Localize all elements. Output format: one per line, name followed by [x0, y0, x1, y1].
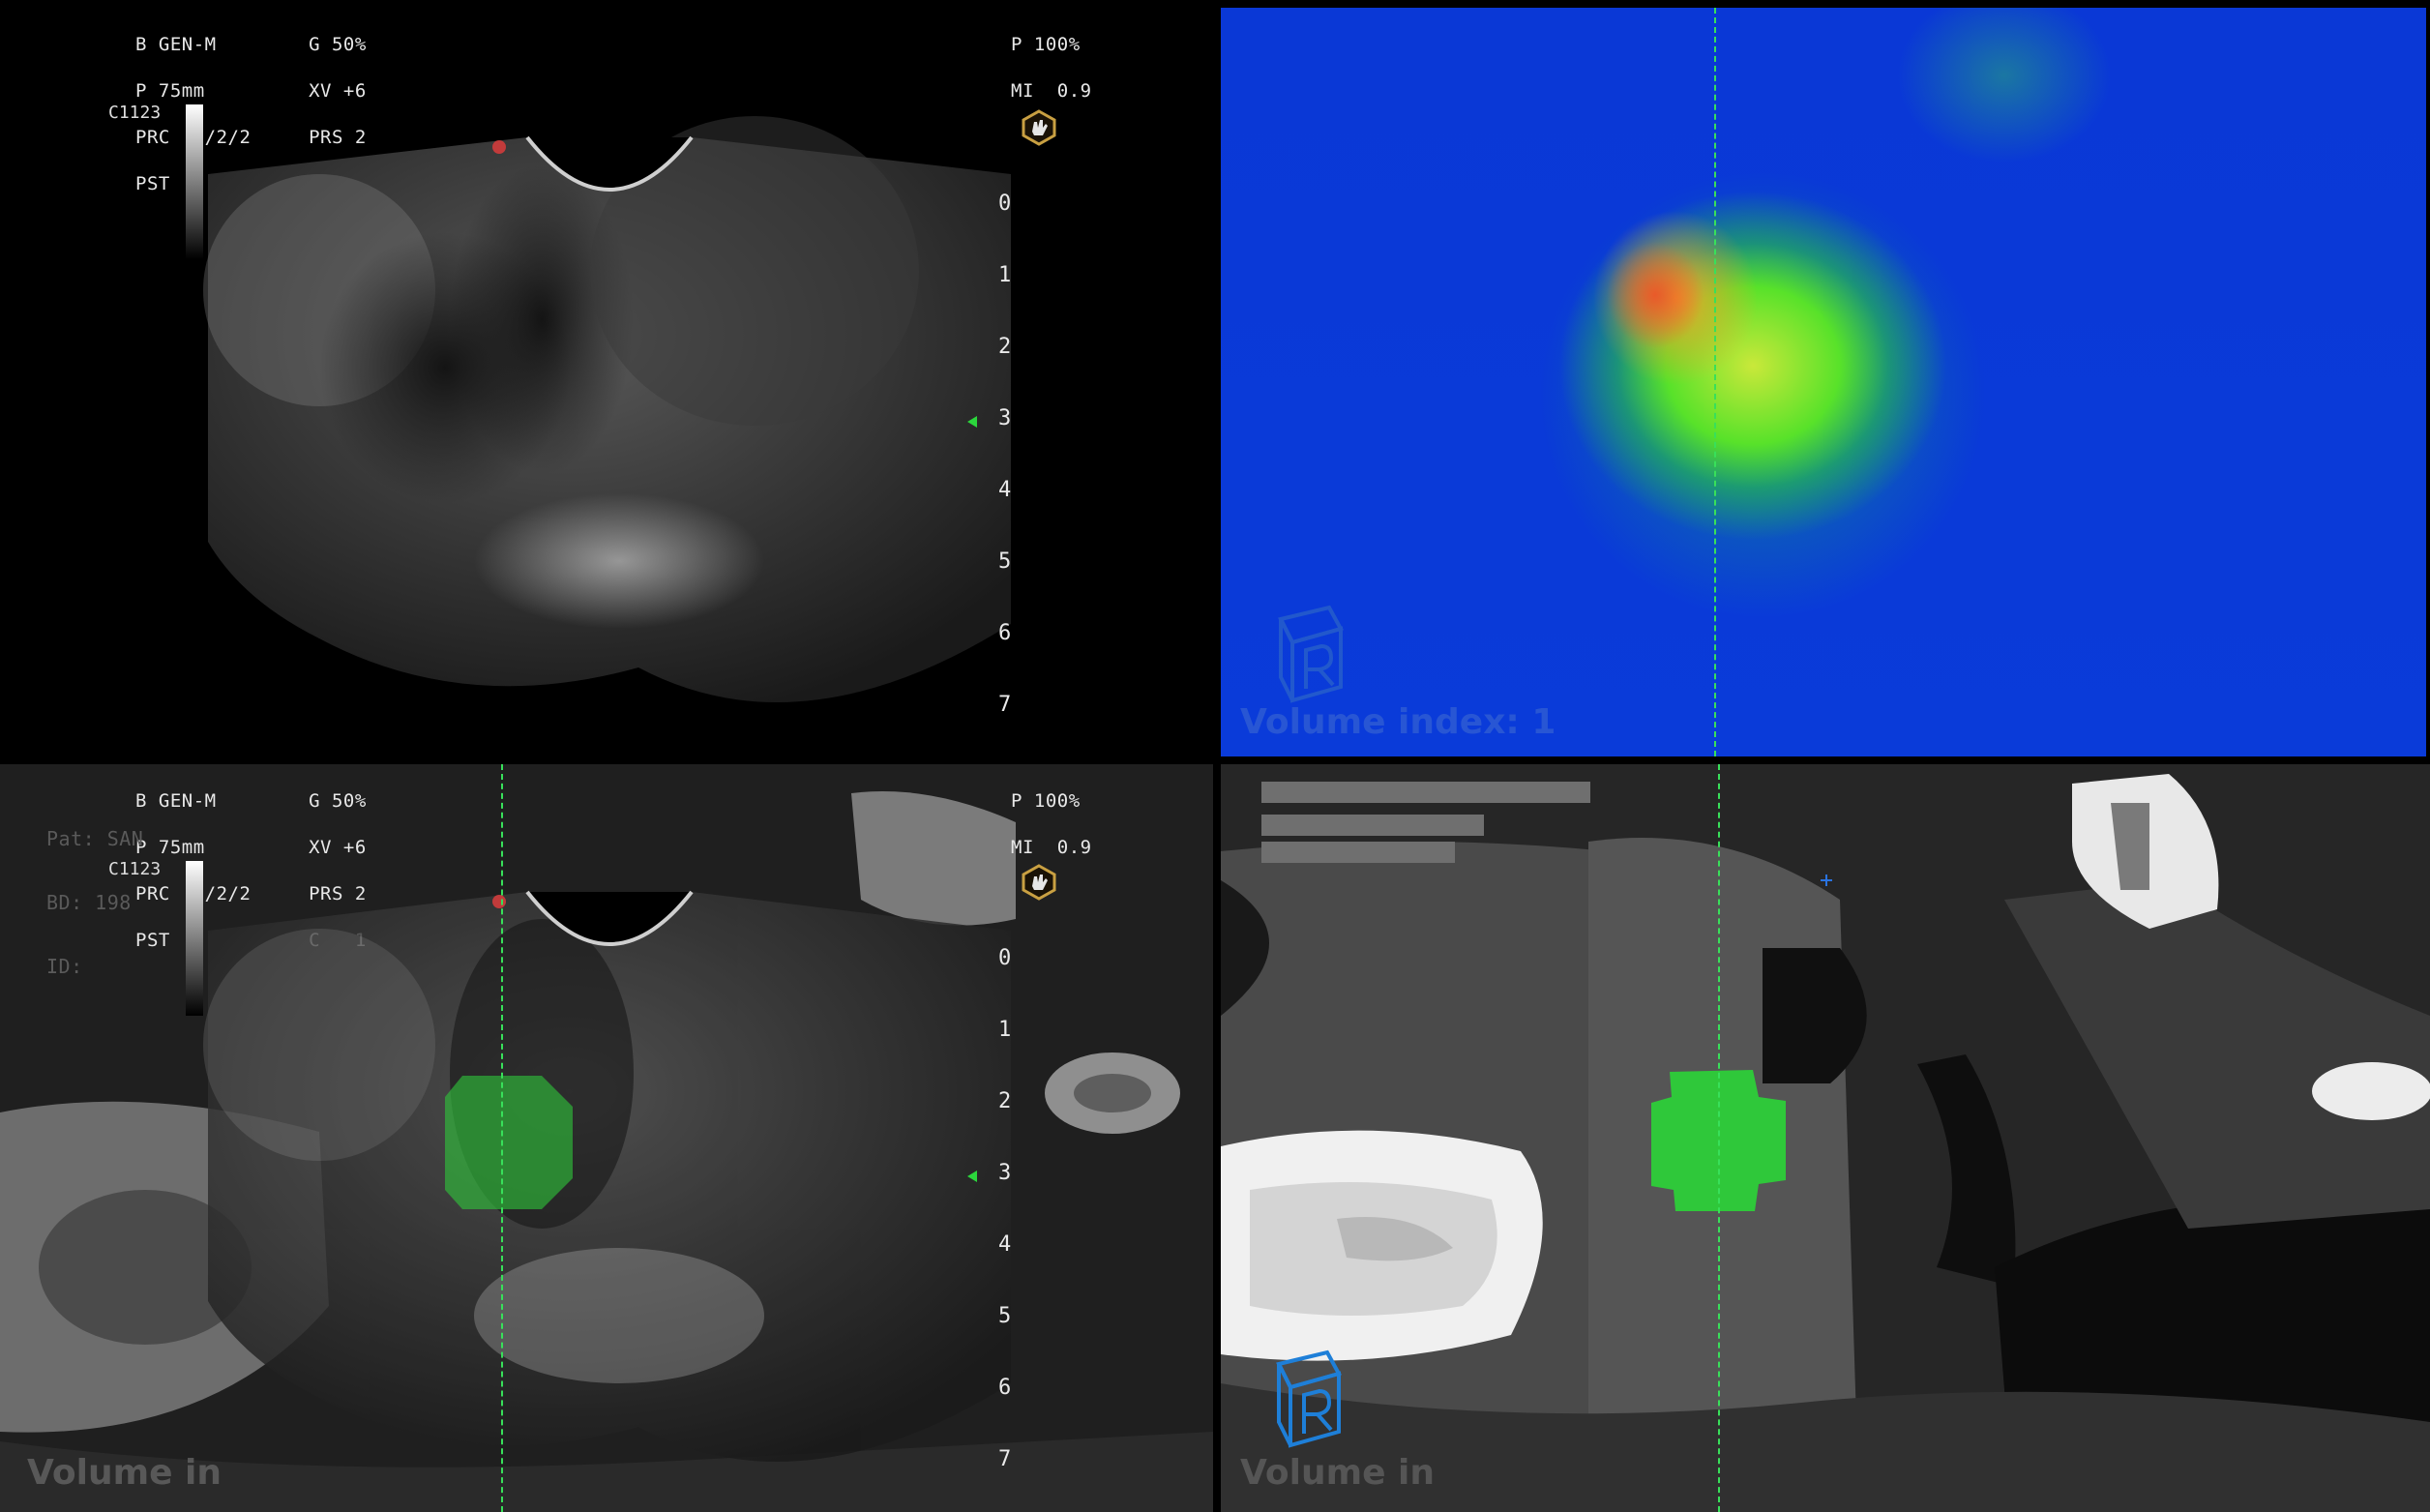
depth-mark-0: 0: [998, 946, 1012, 970]
fusion-view[interactable]: B GEN-M G 50% P 75mm XV +6 PRC 8/2/2 PRS…: [0, 764, 1213, 1512]
crosshair-line: [501, 764, 503, 1512]
crosshair-line: [1718, 764, 1720, 1512]
ct-image: [1221, 764, 2430, 1512]
ct-view[interactable]: Volume in: [1221, 764, 2430, 1512]
redacted-text-bar: [1261, 842, 1455, 863]
volume-index-label: Volume in: [27, 1453, 222, 1493]
heatmap-view[interactable]: Volume index: 1: [1221, 8, 2426, 756]
ultrasound-view[interactable]: B GEN-M G 50% P 75mm XV +6 PRC 8/2/2 PRS…: [0, 0, 1213, 756]
depth-mark-7: 7: [998, 1447, 1012, 1471]
volume-index-label: Volume index: 1: [1240, 702, 1556, 742]
depth-mark-6: 6: [998, 621, 1012, 645]
r-cube-logo-icon: [1278, 605, 1344, 703]
depth-mark-4: 4: [998, 1232, 1012, 1257]
ultrasound-image: [203, 116, 1011, 702]
focus-marker-icon: [967, 1171, 977, 1182]
depth-mark-5: 5: [998, 1304, 1012, 1328]
depth-mark-3: 3: [998, 1161, 1012, 1185]
depth-mark-1: 1: [998, 263, 1012, 287]
depth-mark-2: 2: [998, 335, 1012, 359]
depth-mark-0: 0: [998, 192, 1012, 216]
depth-mark-6: 6: [998, 1376, 1012, 1400]
focus-marker-icon: [967, 416, 977, 428]
depth-mark-1: 1: [998, 1018, 1012, 1042]
crosshair-line: [1714, 8, 1716, 756]
depth-mark-5: 5: [998, 549, 1012, 574]
redacted-text-bar: [1261, 782, 1590, 803]
redacted-text-bar: [1261, 815, 1484, 836]
volume-index-label: Volume in: [1240, 1453, 1436, 1493]
ultrasound-overlay-image: [203, 890, 1011, 1462]
depth-mark-3: 3: [998, 406, 1012, 430]
depth-mark-7: 7: [998, 693, 1012, 717]
depth-mark-2: 2: [998, 1089, 1012, 1113]
r-cube-logo-icon: [1276, 1349, 1342, 1448]
depth-mark-4: 4: [998, 478, 1012, 502]
